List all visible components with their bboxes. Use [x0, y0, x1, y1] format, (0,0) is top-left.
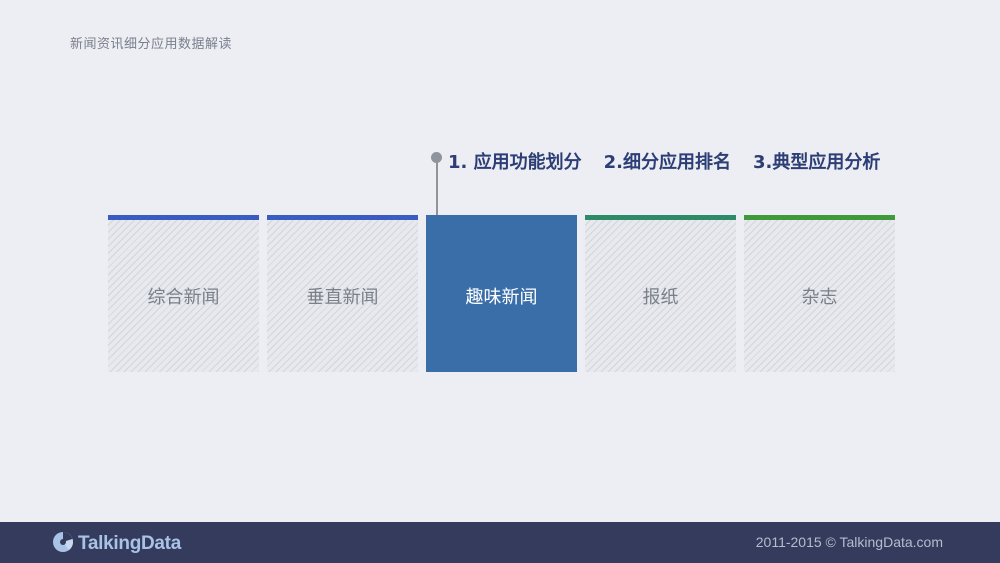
- pointer-line: [436, 158, 438, 216]
- step-1-label[interactable]: 1. 应用功能划分: [448, 148, 582, 174]
- pointer-dot: [431, 152, 442, 163]
- talkingdata-logo: TalkingData: [52, 531, 181, 557]
- tile-top-bar: [585, 215, 736, 220]
- tile-top-bar: [108, 215, 259, 220]
- copyright-text: 2011-2015 © TalkingData.com: [755, 534, 943, 550]
- category-tile-newspaper[interactable]: 报纸: [585, 215, 736, 372]
- tile-top-bar: [744, 215, 895, 220]
- page-title: 新闻资讯细分应用数据解读: [70, 37, 233, 52]
- category-tile-vertical-news[interactable]: 垂直新闻: [267, 215, 418, 372]
- category-tile-magazine[interactable]: 杂志: [744, 215, 895, 372]
- tile-label: 杂志: [801, 286, 838, 308]
- tile-label: 报纸: [642, 286, 679, 308]
- footer: TalkingData 2011-2015 © TalkingData.com: [0, 522, 1000, 563]
- step-2-label[interactable]: 2.细分应用排名: [604, 148, 731, 174]
- category-tile-general-news[interactable]: 综合新闻: [108, 215, 259, 372]
- tile-label: 综合新闻: [147, 286, 220, 308]
- tile-label: 垂直新闻: [306, 286, 379, 308]
- step-navigation: 1. 应用功能划分 2.细分应用排名 3.典型应用分析: [448, 148, 880, 174]
- talkingdata-logo-icon: [52, 531, 74, 557]
- tile-top-bar: [267, 215, 418, 220]
- step-3-label[interactable]: 3.典型应用分析: [753, 148, 880, 174]
- logo-text: TalkingData: [78, 533, 181, 554]
- tile-label: 趣味新闻: [465, 286, 538, 308]
- category-tile-fun-news[interactable]: 趣味新闻: [426, 215, 577, 372]
